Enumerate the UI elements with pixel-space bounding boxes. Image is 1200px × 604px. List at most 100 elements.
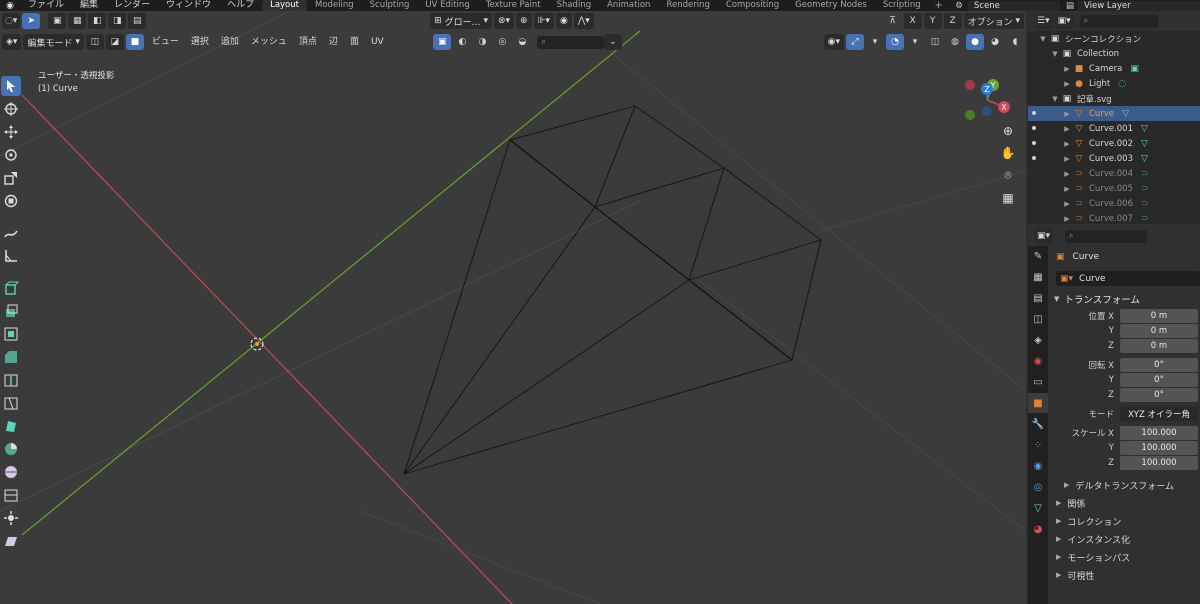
scene-tab-icon[interactable]: ◈ (1028, 330, 1048, 350)
disclosure-arrow-icon[interactable]: ▶ (1062, 80, 1072, 88)
proportional-falloff-dropdown[interactable]: ⋀▾ (573, 13, 594, 29)
gizmo-neg-z[interactable] (982, 106, 992, 116)
select-mode-new-button[interactable]: ▣ (48, 13, 67, 29)
scene-selector[interactable]: ⚙ Scene (950, 0, 1060, 11)
filter-mesh-icon[interactable]: ▣ (433, 34, 452, 50)
edge-slide-tool[interactable] (1, 485, 21, 505)
tab-compositing[interactable]: Compositing (718, 0, 787, 11)
filter-uv-icon[interactable]: ◒ (513, 34, 531, 50)
object-data-icon[interactable]: ▽ (1141, 139, 1148, 149)
rotation-y-field[interactable]: 0° (1120, 372, 1198, 387)
loop-cut-tool[interactable] (1, 370, 21, 390)
object-data-icon[interactable]: ⊃ (1141, 199, 1149, 209)
snap-target-dropdown[interactable]: ⊪▾ (533, 13, 554, 29)
scale-y-field[interactable]: 100.000 (1120, 440, 1198, 455)
outliner-row[interactable]: ▼ ▣ 記章.svg (1028, 91, 1200, 106)
object-data-icon[interactable]: ⊃ (1141, 214, 1149, 224)
disclosure-arrow-icon[interactable]: ▼ (1038, 35, 1048, 43)
menu-view[interactable]: ビュー (146, 34, 185, 50)
edge-select-button[interactable]: ◪ (105, 34, 124, 50)
motion-paths-panel[interactable]: ▶ モーションパス (1048, 548, 1200, 566)
disclosure-arrow-icon[interactable]: ▶ (1062, 65, 1072, 73)
data-tab-icon[interactable]: ▽ (1028, 498, 1048, 518)
shading-wireframe-button[interactable]: ◍ (946, 34, 964, 50)
disclosure-arrow-icon[interactable]: ▶ (1062, 155, 1072, 163)
axis-y-toggle[interactable]: Y (923, 13, 942, 29)
object-data-icon[interactable]: ▽ (1141, 124, 1148, 134)
outliner-row[interactable]: ▶ ▽ Curve.001 ▽ (1028, 121, 1200, 136)
bevel-tool[interactable] (1, 347, 21, 367)
blender-logo-icon[interactable]: ◉ (0, 0, 20, 11)
constraints-tab-icon[interactable]: ◎ (1028, 477, 1048, 497)
cursor-tool[interactable] (1, 99, 21, 119)
menu-help[interactable]: ヘルプ (219, 0, 262, 11)
outliner-editor-type-dropdown[interactable]: ☰▾ (1034, 13, 1053, 29)
scale-z-field[interactable]: 100.000 (1120, 455, 1198, 470)
select-mode-intersect-button[interactable]: ▤ (128, 13, 147, 29)
outliner-row[interactable]: ▶ ⊃ Curve.004 ⊃ (1028, 166, 1200, 181)
location-x-field[interactable]: 0 m (1120, 308, 1198, 323)
selectable-dot-icon[interactable] (1032, 111, 1036, 115)
instancing-panel[interactable]: ▶ インスタンス化 (1048, 530, 1200, 548)
disclosure-arrow-icon[interactable]: ▼ (1050, 50, 1060, 58)
properties-search-input[interactable]: ⌕ (1065, 229, 1148, 243)
visibility-panel[interactable]: ▶ 可視性 (1048, 566, 1200, 584)
rotate-tool[interactable] (1, 145, 21, 165)
particles-tab-icon[interactable]: ⁘ (1028, 435, 1048, 455)
select-mode-invert-button[interactable]: ◨ (108, 13, 127, 29)
object-tab-icon[interactable]: ■ (1028, 393, 1048, 413)
measure-tool[interactable] (1, 246, 21, 266)
shading-solid-button[interactable]: ● (966, 34, 985, 50)
mode-dropdown[interactable]: 編集モード ▾ (23, 34, 84, 50)
shear-tool[interactable] (1, 531, 21, 551)
transform-panel-header[interactable]: ▼ トランスフォーム (1048, 290, 1200, 308)
collection-tab-icon[interactable]: ▭ (1028, 372, 1048, 392)
menu-window[interactable]: ウィンドウ (158, 0, 219, 11)
select-mode-extend-button[interactable]: ▦ (68, 13, 87, 29)
rotation-mode-dropdown[interactable]: XYZ オイラー角 (1120, 406, 1198, 421)
extrude-tool[interactable] (1, 301, 21, 321)
camera-view-icon[interactable]: ⌾ (998, 165, 1018, 185)
scene-name[interactable]: Scene (968, 0, 1060, 11)
tab-layout[interactable]: Layout (262, 0, 307, 11)
tab-geometry-nodes[interactable]: Geometry Nodes (787, 0, 875, 11)
collections-panel[interactable]: ▶ コレクション (1048, 512, 1200, 530)
world-tab-icon[interactable]: ◉ (1028, 351, 1048, 371)
disclosure-arrow-icon[interactable]: ▶ (1062, 215, 1072, 223)
gizmo-neg-x[interactable] (965, 80, 975, 90)
overlay-toggle[interactable]: ◔ (886, 34, 905, 50)
relations-panel[interactable]: ▶ 関係 (1048, 494, 1200, 512)
tab-sculpting[interactable]: Sculpting (362, 0, 418, 11)
location-z-field[interactable]: 0 m (1120, 338, 1198, 353)
outliner-row[interactable]: ▶ ⊃ Curve.006 ⊃ (1028, 196, 1200, 211)
selectable-dot-icon[interactable] (1032, 156, 1036, 160)
outliner-row[interactable]: ▶ ▽ Curve.003 ▽ (1028, 151, 1200, 166)
gizmo-dropdown[interactable]: ▾ (866, 34, 884, 50)
location-y-field[interactable]: 0 m (1120, 323, 1198, 338)
disclosure-arrow-icon[interactable]: ▶ (1062, 200, 1072, 208)
menu-add[interactable]: 追加 (215, 34, 245, 50)
outliner-display-mode-dropdown[interactable]: ▣▾ (1054, 13, 1074, 29)
smooth-tool[interactable] (1, 462, 21, 482)
tool-tab-icon[interactable]: ✎ (1028, 246, 1048, 266)
disclosure-arrow-icon[interactable]: ▶ (1062, 170, 1072, 178)
tab-uv-editing[interactable]: UV Editing (417, 0, 477, 11)
add-cube-tool[interactable] (1, 278, 21, 298)
axis-x-toggle[interactable]: X (903, 13, 922, 29)
object-name-field[interactable]: ▣▾ Curve (1056, 271, 1200, 286)
delta-transform-panel[interactable]: ▶ デルタトランスフォーム (1048, 476, 1200, 494)
render-tab-icon[interactable]: ▦ (1028, 267, 1048, 287)
modifier-tab-icon[interactable]: 🔧 (1028, 414, 1048, 434)
menu-edge[interactable]: 辺 (323, 34, 344, 50)
object-data-icon[interactable]: ⊃ (1141, 169, 1149, 179)
overlay-dropdown[interactable]: ▾ (906, 34, 924, 50)
shading-material-button[interactable]: ◕ (986, 34, 1004, 50)
proportional-edit-toggle[interactable]: ◉ (555, 13, 572, 29)
object-data-icon[interactable]: ▣ (1130, 64, 1139, 74)
material-tab-icon[interactable]: ◕ (1028, 519, 1048, 539)
tab-texture-paint[interactable]: Texture Paint (478, 0, 549, 11)
navigation-gizmo[interactable]: X Y Z (960, 73, 1014, 127)
outliner-row[interactable]: ▶ ⊃ Curve.007 ⊃ (1028, 211, 1200, 224)
object-data-icon[interactable]: ⊃ (1141, 184, 1149, 194)
axis-z-toggle[interactable]: Z (943, 13, 962, 29)
